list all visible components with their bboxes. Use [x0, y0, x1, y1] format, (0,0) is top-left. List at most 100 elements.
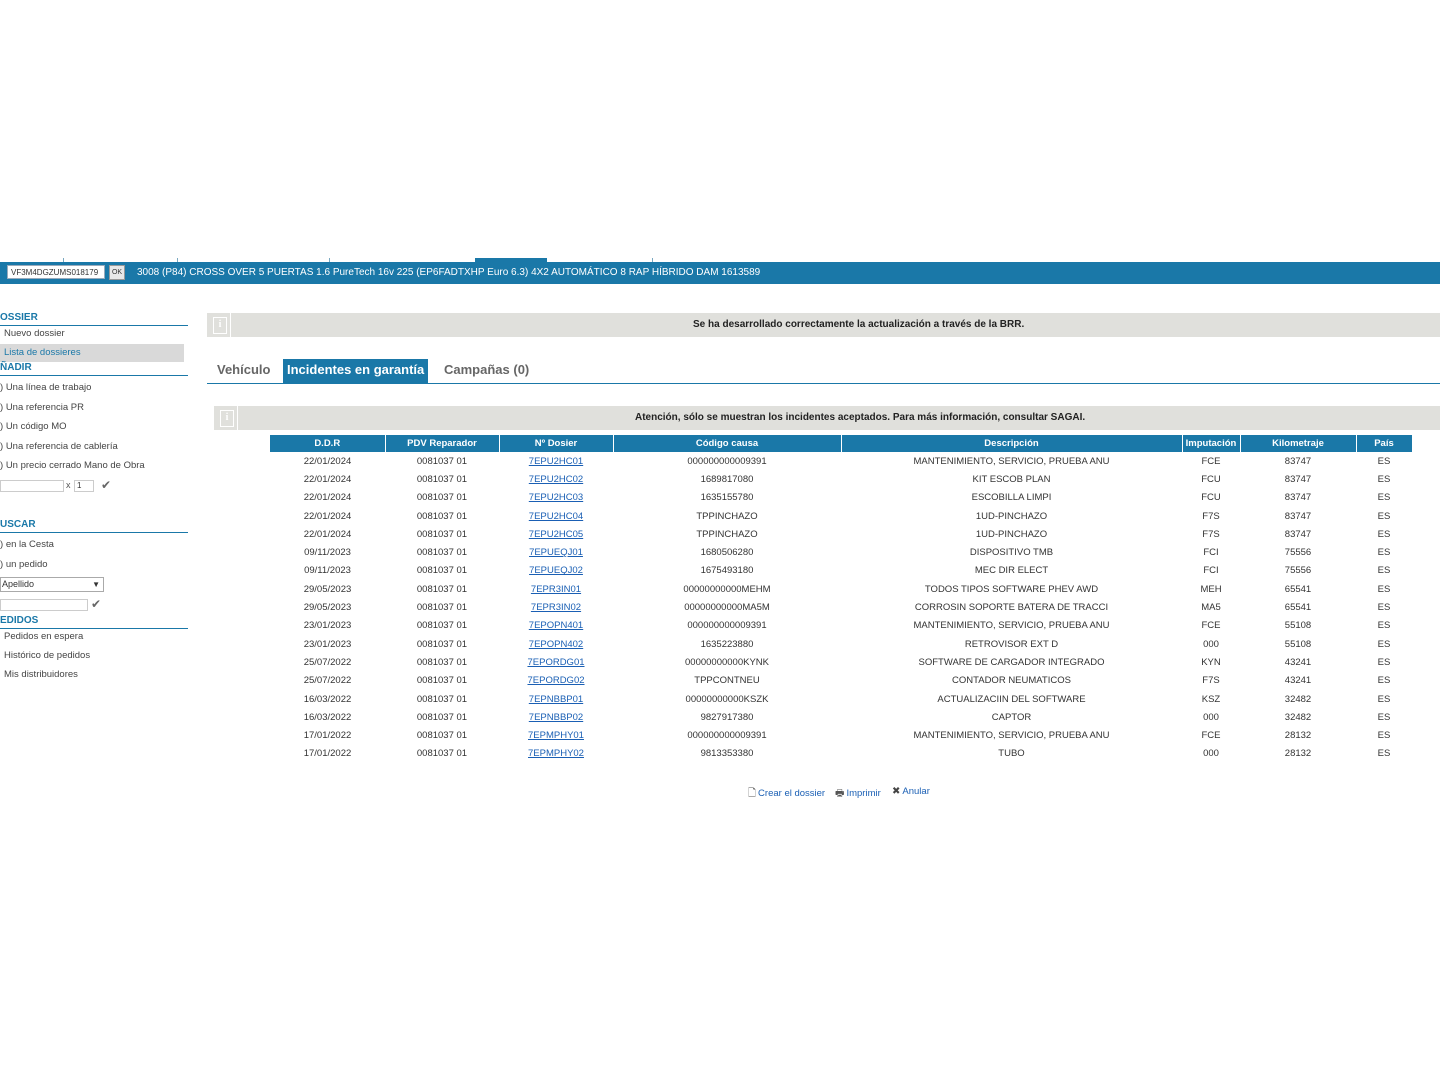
lista-dossieres-link[interactable]: Lista de dossieres — [0, 344, 184, 362]
tab-incidentes-garantia[interactable]: Incidentes en garantía — [283, 359, 429, 383]
cell-dosier[interactable]: 7EPNBBP02 — [499, 708, 613, 726]
cell-dosier[interactable]: 7EPU2HC01 — [499, 452, 613, 470]
cell-pdv: 0081037 01 — [416, 510, 468, 522]
anadir-item-label: Una línea de trabajo — [5, 382, 92, 393]
cell-dosier[interactable]: 7EPUEQJ01 — [499, 543, 613, 561]
table-body: 22/01/2024 0081037 01 7EPU2HC01 00000000000… — [270, 452, 1412, 763]
tick — [177, 258, 178, 262]
cell-codigo: 000000000009391 — [687, 620, 767, 632]
cell-dosier[interactable]: 7EPOPN401 — [499, 617, 613, 635]
tab-campanas[interactable]: Campañas (0) — [444, 359, 529, 383]
search-check-icon[interactable]: ✔ — [91, 597, 101, 611]
anular-button[interactable]: ✖ Anular — [892, 786, 930, 797]
cell-descripcion: RETROVISOR EXT D — [964, 638, 1059, 650]
cell-dosier[interactable]: 7EPR3IN02 — [499, 598, 613, 616]
cell-dosier[interactable]: 7EPU2HC05 — [499, 525, 613, 543]
anadir-item-label: Una referencia PR — [5, 402, 84, 413]
anadir-referencia-cableria[interactable]: ) Una referencia de cablería — [0, 441, 118, 453]
col-ddr[interactable]: D.D.R — [270, 435, 386, 452]
cell-dosier[interactable]: 7EPU2HC04 — [499, 507, 613, 525]
cell-imputacion: FCE — [1201, 620, 1221, 632]
cell-imputacion: FCU — [1201, 492, 1221, 504]
cell-dosier[interactable]: 7EPR3IN01 — [499, 580, 613, 598]
anadir-item-label: Un código MO — [5, 421, 67, 432]
anadir-referencia-pr[interactable]: ) Una referencia PR — [0, 402, 84, 414]
anadir-linea-trabajo[interactable]: ) Una línea de trabajo — [0, 382, 91, 394]
add-check-icon[interactable]: ✔ — [101, 478, 111, 492]
col-descripcion[interactable]: Descripción — [841, 435, 1183, 452]
col-pais[interactable]: País — [1356, 435, 1413, 452]
cell-dosier[interactable]: 7EPUEQJ02 — [499, 562, 613, 580]
col-n-dosier[interactable]: Nº Dosier — [499, 435, 614, 452]
tab-vehiculo[interactable]: Vehículo — [217, 359, 270, 383]
col-kilometraje[interactable]: Kilometraje — [1240, 435, 1357, 452]
cell-codigo: 00000000000KYNK — [685, 656, 769, 668]
cell-imputacion: MEH — [1200, 583, 1222, 595]
table-row: 17/01/2022 0081037 01 7EPMPHY01 00000000000… — [270, 726, 1412, 744]
cell-dosier[interactable]: 7EPORDG02 — [499, 672, 613, 690]
search-type-value: Apellido — [2, 579, 35, 589]
anadir-precio-cerrado[interactable]: ) Un precio cerrado Mano de Obra — [0, 460, 145, 472]
cell-pais: ES — [1377, 675, 1391, 687]
quantity-input[interactable]: 1 — [74, 480, 94, 492]
cell-pdv: 0081037 01 — [416, 583, 468, 595]
new-document-icon: 🗋 — [748, 788, 757, 799]
table-row: 25/07/2022 0081037 01 7EPORDG02 TPPCONTNEU C… — [270, 672, 1412, 690]
crear-dossier-button[interactable]: 🗋 Crear el dossier — [748, 786, 825, 803]
info-icon: i — [207, 313, 231, 337]
cell-pais: ES — [1377, 656, 1391, 668]
cell-imputacion: KSZ — [1201, 693, 1221, 705]
search-type-select[interactable]: Apellido ▼ — [0, 577, 104, 592]
col-pdv-reparador[interactable]: PDV Reparador — [385, 435, 500, 452]
cell-km: 65541 — [1284, 602, 1312, 614]
cell-imputacion: 000 — [1203, 748, 1219, 760]
imprimir-button[interactable]: 🖶 Imprimir — [835, 786, 881, 803]
top-ticks — [0, 258, 1440, 262]
cell-dosier[interactable]: 7EPOPN402 — [499, 635, 613, 653]
cell-ddr: 25/07/2022 — [303, 675, 352, 687]
cell-codigo: TPPINCHAZO — [696, 510, 758, 522]
buscar-item-label: en la Cesta — [5, 539, 54, 550]
anadir-codigo-mo[interactable]: ) Un código MO — [0, 421, 67, 433]
cell-ddr: 16/03/2022 — [303, 693, 352, 705]
nuevo-dossier-link[interactable]: Nuevo dossier — [4, 328, 65, 340]
pedidos-en-espera-link[interactable]: Pedidos en espera — [4, 631, 83, 643]
table-row: 29/05/2023 0081037 01 7EPR3IN01 00000000000… — [270, 580, 1412, 598]
cell-dosier[interactable]: 7EPU2HC02 — [499, 470, 613, 488]
col-imputacion[interactable]: Imputación — [1182, 435, 1241, 452]
vin-input[interactable]: VF3M4DGZUMS018179 — [7, 265, 105, 279]
cell-ddr: 16/03/2022 — [303, 711, 352, 723]
historico-pedidos-link[interactable]: Histórico de pedidos — [4, 650, 90, 662]
cell-pdv: 0081037 01 — [416, 602, 468, 614]
cell-dosier[interactable]: 7EPU2HC03 — [499, 489, 613, 507]
vin-ok-button[interactable]: OK — [109, 265, 125, 280]
cell-dosier[interactable]: 7EPMPHY02 — [499, 745, 613, 763]
anadir-section-title: ÑADIR — [0, 362, 188, 376]
cell-km: 83747 — [1284, 528, 1312, 540]
buscar-en-cesta[interactable]: ) en la Cesta — [0, 539, 54, 551]
cell-ddr: 22/01/2024 — [303, 528, 352, 540]
dossier-section-title: OSSIER — [0, 312, 188, 326]
col-codigo-causa[interactable]: Código causa — [613, 435, 842, 452]
cell-imputacion: F7S — [1202, 528, 1220, 540]
cell-km: 65541 — [1284, 583, 1312, 595]
cell-km: 83747 — [1284, 473, 1312, 485]
cell-km: 75556 — [1284, 565, 1312, 577]
printer-icon: 🖶 — [835, 788, 845, 799]
search-input[interactable] — [0, 599, 88, 611]
cell-descripcion: SOFTWARE DE CARGADOR INTEGRADO — [918, 656, 1105, 668]
cell-ddr: 29/05/2023 — [303, 583, 352, 595]
cell-pdv: 0081037 01 — [416, 565, 468, 577]
mis-distribuidores-link[interactable]: Mis distribuidores — [4, 669, 78, 681]
buscar-un-pedido[interactable]: ) un pedido — [0, 559, 48, 571]
cell-ddr: 17/01/2022 — [303, 730, 352, 742]
cell-dosier[interactable]: 7EPMPHY01 — [499, 726, 613, 744]
cell-pdv: 0081037 01 — [416, 711, 468, 723]
cell-dosier[interactable]: 7EPNBBP01 — [499, 690, 613, 708]
cell-dosier[interactable]: 7EPORDG01 — [499, 653, 613, 671]
vehicle-description: 3008 (P84) CROSS OVER 5 PUERTAS 1.6 Pure… — [137, 267, 761, 278]
reference-input[interactable] — [0, 480, 64, 492]
cell-pais: ES — [1377, 583, 1391, 595]
buscar-section-title: USCAR — [0, 519, 188, 533]
cell-imputacion: KYN — [1201, 656, 1221, 668]
